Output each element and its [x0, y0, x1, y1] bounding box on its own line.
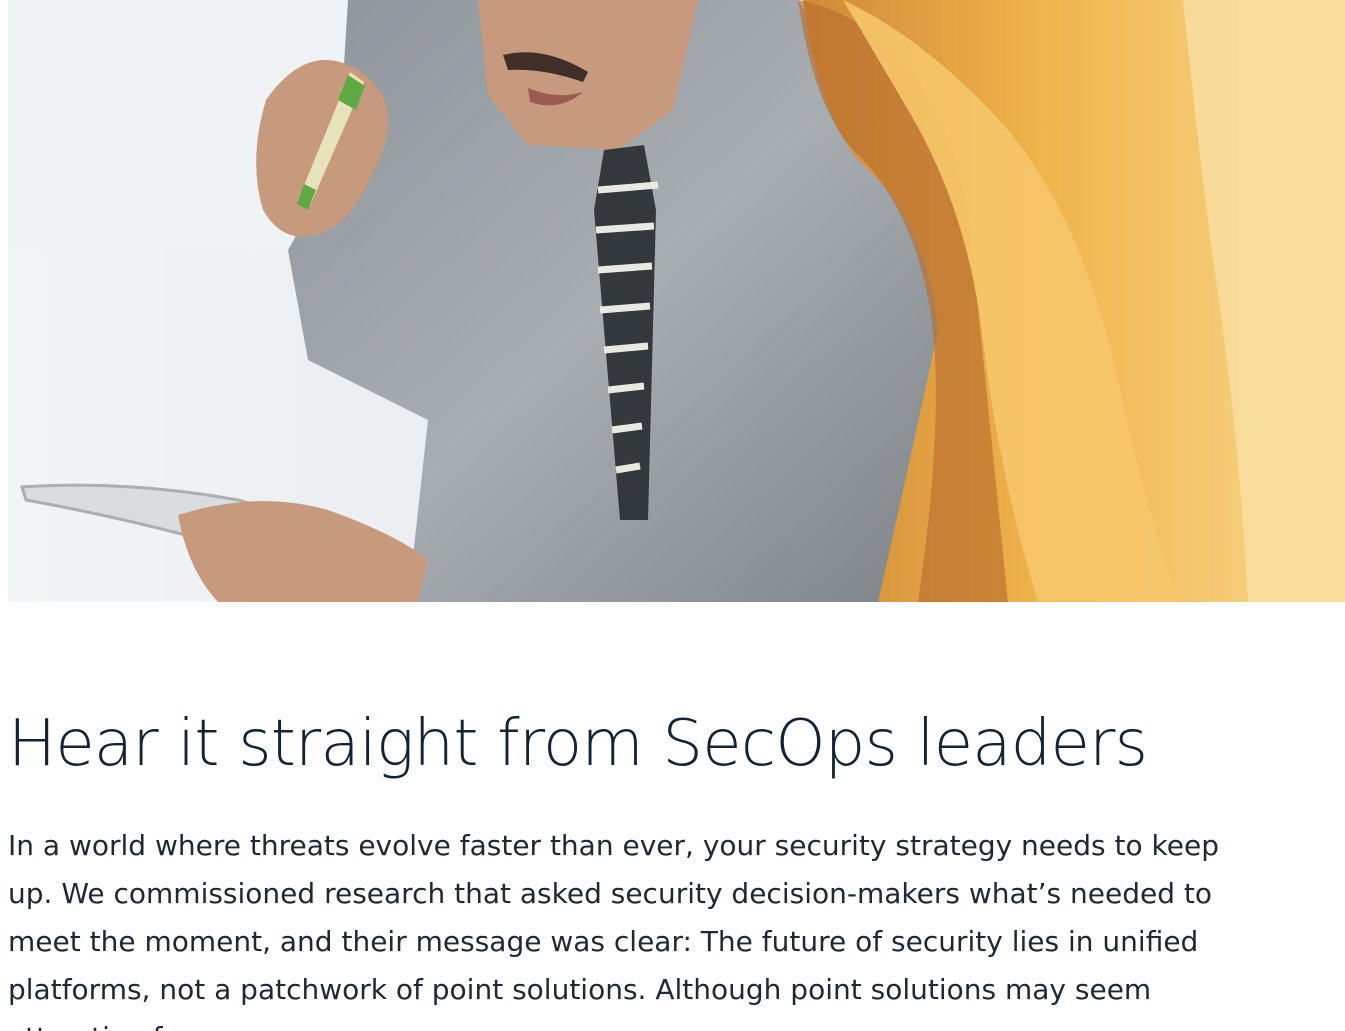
hero-image: [8, 0, 1345, 602]
page: Hear it straight from SecOps leaders In …: [0, 0, 1345, 1031]
section-heading: Hear it straight from SecOps leaders: [8, 707, 1148, 781]
section-body-text: In a world where threats evolve faster t…: [8, 829, 1219, 1031]
hero-photo-illustration: [8, 0, 1345, 602]
content-section: Hear it straight from SecOps leaders In …: [8, 690, 1268, 1031]
